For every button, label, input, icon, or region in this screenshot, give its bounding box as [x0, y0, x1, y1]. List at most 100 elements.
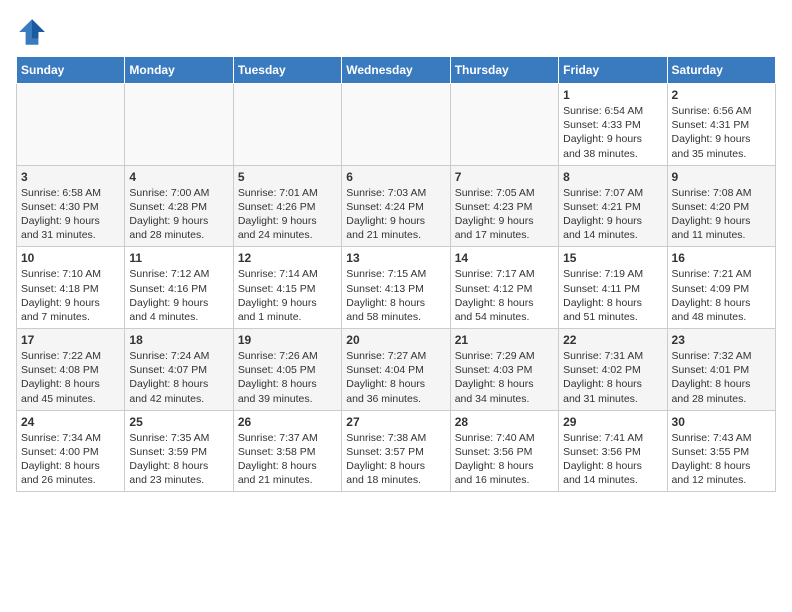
day-info: Sunrise: 7:17 AM Sunset: 4:12 PM Dayligh…	[455, 267, 554, 324]
calendar-cell: 19 Sunrise: 7:26 AM Sunset: 4:05 PM Dayli…	[233, 329, 341, 411]
day-info: Sunrise: 7:26 AM Sunset: 4:05 PM Dayligh…	[238, 349, 337, 406]
day-number: 10	[21, 251, 120, 265]
day-number: 5	[238, 170, 337, 184]
day-info: Sunrise: 6:56 AM Sunset: 4:31 PM Dayligh…	[672, 104, 771, 161]
calendar-cell	[342, 84, 450, 166]
day-number: 20	[346, 333, 445, 347]
column-header-sunday: Sunday	[17, 57, 125, 84]
calendar-cell: 23 Sunrise: 7:32 AM Sunset: 4:01 PM Dayli…	[667, 329, 775, 411]
calendar-cell: 6Sunrise: 7:03 AM Sunset: 4:24 PM Daylig…	[342, 165, 450, 247]
day-number: 1	[563, 88, 662, 102]
column-header-saturday: Saturday	[667, 57, 775, 84]
day-number: 8	[563, 170, 662, 184]
calendar-cell	[17, 84, 125, 166]
calendar-cell: 17Sunrise: 7:22 AM Sunset: 4:08 PM Dayli…	[17, 329, 125, 411]
day-info: Sunrise: 7:21 AM Sunset: 4:09 PM Dayligh…	[672, 267, 771, 324]
calendar-cell: 15Sunrise: 7:19 AM Sunset: 4:11 PM Dayli…	[559, 247, 667, 329]
day-number: 29	[563, 415, 662, 429]
day-info: Sunrise: 7:05 AM Sunset: 4:23 PM Dayligh…	[455, 186, 554, 243]
column-header-monday: Monday	[125, 57, 233, 84]
calendar-cell: 16 Sunrise: 7:21 AM Sunset: 4:09 PM Dayli…	[667, 247, 775, 329]
day-info: Sunrise: 7:27 AM Sunset: 4:04 PM Dayligh…	[346, 349, 445, 406]
calendar-cell: 12 Sunrise: 7:14 AM Sunset: 4:15 PM Dayli…	[233, 247, 341, 329]
column-header-wednesday: Wednesday	[342, 57, 450, 84]
day-number: 30	[672, 415, 771, 429]
day-number: 15	[563, 251, 662, 265]
day-info: Sunrise: 7:24 AM Sunset: 4:07 PM Dayligh…	[129, 349, 228, 406]
calendar-cell	[125, 84, 233, 166]
calendar-header-row: SundayMondayTuesdayWednesdayThursdayFrid…	[17, 57, 776, 84]
day-number: 3	[21, 170, 120, 184]
calendar-cell: 27Sunrise: 7:38 AM Sunset: 3:57 PM Dayli…	[342, 410, 450, 492]
calendar-week-row: 3 Sunrise: 6:58 AM Sunset: 4:30 PM Daylig…	[17, 165, 776, 247]
day-info: Sunrise: 7:08 AM Sunset: 4:20 PM Dayligh…	[672, 186, 771, 243]
calendar-cell: 1 Sunrise: 6:54 AM Sunset: 4:33 PM Daylig…	[559, 84, 667, 166]
day-number: 21	[455, 333, 554, 347]
day-number: 14	[455, 251, 554, 265]
day-number: 24	[21, 415, 120, 429]
day-info: Sunrise: 7:12 AM Sunset: 4:16 PM Dayligh…	[129, 267, 228, 324]
calendar-cell	[450, 84, 558, 166]
calendar-cell: 9 Sunrise: 7:08 AM Sunset: 4:20 PM Daylig…	[667, 165, 775, 247]
calendar-week-row: 24Sunrise: 7:34 AM Sunset: 4:00 PM Dayli…	[17, 410, 776, 492]
day-number: 18	[129, 333, 228, 347]
column-header-thursday: Thursday	[450, 57, 558, 84]
calendar-cell: 11 Sunrise: 7:12 AM Sunset: 4:16 PM Dayli…	[125, 247, 233, 329]
day-info: Sunrise: 7:22 AM Sunset: 4:08 PM Dayligh…	[21, 349, 120, 406]
day-info: Sunrise: 7:07 AM Sunset: 4:21 PM Dayligh…	[563, 186, 662, 243]
day-number: 19	[238, 333, 337, 347]
day-number: 12	[238, 251, 337, 265]
calendar-cell: 10 Sunrise: 7:10 AM Sunset: 4:18 PM Dayli…	[17, 247, 125, 329]
day-number: 28	[455, 415, 554, 429]
day-info: Sunrise: 7:40 AM Sunset: 3:56 PM Dayligh…	[455, 431, 554, 488]
day-info: Sunrise: 7:43 AM Sunset: 3:55 PM Dayligh…	[672, 431, 771, 488]
day-info: Sunrise: 7:15 AM Sunset: 4:13 PM Dayligh…	[346, 267, 445, 324]
calendar-week-row: 1 Sunrise: 6:54 AM Sunset: 4:33 PM Daylig…	[17, 84, 776, 166]
day-info: Sunrise: 7:31 AM Sunset: 4:02 PM Dayligh…	[563, 349, 662, 406]
logo	[16, 16, 52, 48]
day-info: Sunrise: 7:14 AM Sunset: 4:15 PM Dayligh…	[238, 267, 337, 324]
day-number: 25	[129, 415, 228, 429]
day-info: Sunrise: 7:41 AM Sunset: 3:56 PM Dayligh…	[563, 431, 662, 488]
day-number: 2	[672, 88, 771, 102]
day-number: 16	[672, 251, 771, 265]
calendar-cell: 26 Sunrise: 7:37 AM Sunset: 3:58 PM Dayli…	[233, 410, 341, 492]
calendar-cell: 2 Sunrise: 6:56 AM Sunset: 4:31 PM Daylig…	[667, 84, 775, 166]
day-info: Sunrise: 7:32 AM Sunset: 4:01 PM Dayligh…	[672, 349, 771, 406]
logo-icon	[16, 16, 48, 48]
calendar-cell: 5 Sunrise: 7:01 AM Sunset: 4:26 PM Daylig…	[233, 165, 341, 247]
calendar-cell: 21 Sunrise: 7:29 AM Sunset: 4:03 PM Dayli…	[450, 329, 558, 411]
calendar-cell: 22 Sunrise: 7:31 AM Sunset: 4:02 PM Dayli…	[559, 329, 667, 411]
calendar-cell: 7 Sunrise: 7:05 AM Sunset: 4:23 PM Daylig…	[450, 165, 558, 247]
day-info: Sunrise: 6:54 AM Sunset: 4:33 PM Dayligh…	[563, 104, 662, 161]
day-info: Sunrise: 7:10 AM Sunset: 4:18 PM Dayligh…	[21, 267, 120, 324]
day-number: 4	[129, 170, 228, 184]
column-header-tuesday: Tuesday	[233, 57, 341, 84]
day-number: 6	[346, 170, 445, 184]
day-number: 23	[672, 333, 771, 347]
day-number: 9	[672, 170, 771, 184]
calendar-cell: 28 Sunrise: 7:40 AM Sunset: 3:56 PM Dayli…	[450, 410, 558, 492]
day-number: 22	[563, 333, 662, 347]
day-info: Sunrise: 6:58 AM Sunset: 4:30 PM Dayligh…	[21, 186, 120, 243]
day-info: Sunrise: 7:37 AM Sunset: 3:58 PM Dayligh…	[238, 431, 337, 488]
page-header	[16, 16, 776, 48]
day-number: 26	[238, 415, 337, 429]
day-info: Sunrise: 7:01 AM Sunset: 4:26 PM Dayligh…	[238, 186, 337, 243]
day-info: Sunrise: 7:00 AM Sunset: 4:28 PM Dayligh…	[129, 186, 228, 243]
calendar-cell: 24Sunrise: 7:34 AM Sunset: 4:00 PM Dayli…	[17, 410, 125, 492]
calendar-cell: 30 Sunrise: 7:43 AM Sunset: 3:55 PM Dayli…	[667, 410, 775, 492]
calendar-week-row: 10 Sunrise: 7:10 AM Sunset: 4:18 PM Dayli…	[17, 247, 776, 329]
calendar-cell: 20 Sunrise: 7:27 AM Sunset: 4:04 PM Dayli…	[342, 329, 450, 411]
calendar-cell: 18 Sunrise: 7:24 AM Sunset: 4:07 PM Dayli…	[125, 329, 233, 411]
calendar-table: SundayMondayTuesdayWednesdayThursdayFrid…	[16, 56, 776, 492]
calendar-cell: 8 Sunrise: 7:07 AM Sunset: 4:21 PM Daylig…	[559, 165, 667, 247]
calendar-cell: 3 Sunrise: 6:58 AM Sunset: 4:30 PM Daylig…	[17, 165, 125, 247]
calendar-week-row: 17Sunrise: 7:22 AM Sunset: 4:08 PM Dayli…	[17, 329, 776, 411]
calendar-cell: 14 Sunrise: 7:17 AM Sunset: 4:12 PM Dayli…	[450, 247, 558, 329]
day-number: 13	[346, 251, 445, 265]
calendar-cell: 29 Sunrise: 7:41 AM Sunset: 3:56 PM Dayli…	[559, 410, 667, 492]
day-info: Sunrise: 7:29 AM Sunset: 4:03 PM Dayligh…	[455, 349, 554, 406]
day-number: 7	[455, 170, 554, 184]
day-number: 11	[129, 251, 228, 265]
